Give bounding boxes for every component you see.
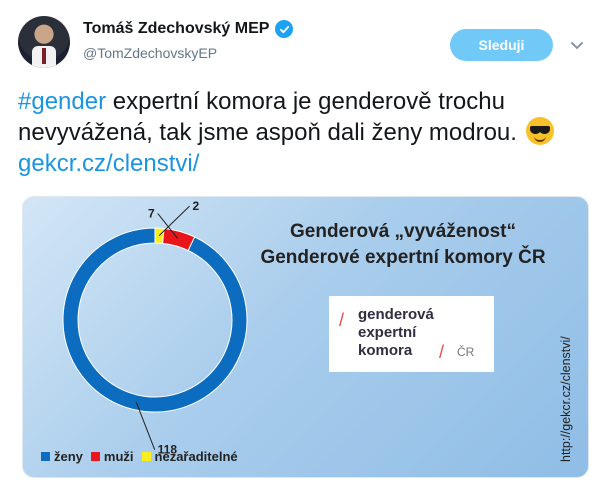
legend-item-nezaraditelne: nezařaditelné — [141, 449, 238, 464]
verified-badge-icon — [275, 20, 294, 38]
logo-slash-2: / — [439, 342, 445, 362]
chart-title-line1: Genderová „vyváženost“ — [290, 221, 516, 242]
chart-title: Genderová „vyváženost“ Genderové expertn… — [253, 219, 553, 271]
tweet-link[interactable]: gekcr.cz/clenstvi/ — [18, 150, 199, 177]
author-name[interactable]: Tomáš Zdechovský MEP — [83, 20, 269, 38]
chevron-down-icon[interactable] — [570, 38, 584, 56]
hashtag-link[interactable]: #gender — [18, 88, 106, 115]
data-label-muži: 7 — [148, 206, 155, 220]
tweet-media-image[interactable]: 2 7 118 Genderová „vyváženost“ Genderové e… — [22, 196, 589, 478]
donut-slice-ženy — [62, 227, 248, 413]
legend-item-muzi: muži — [90, 449, 134, 464]
data-label-nezařaditelné: 2 — [193, 199, 200, 213]
chart-title-line2: Genderové expertní komory ČR — [260, 247, 546, 268]
tweet-text: #gender expertní komora je genderově tro… — [18, 86, 588, 179]
legend-label-zeny: ženy — [54, 449, 83, 464]
legend-swatch-muzi — [90, 452, 100, 461]
logo-text: genderová expertní komora — [358, 306, 434, 360]
logo-suffix: ČR — [457, 345, 475, 359]
avatar-tie — [42, 48, 46, 64]
legend-swatch-zeny — [41, 452, 50, 461]
logo-line1: genderová — [358, 306, 434, 323]
author-handle[interactable]: @TomZdechovskyEP — [83, 45, 217, 61]
chart-legend: ženy muži nezařaditelné — [41, 449, 238, 464]
gekcr-logo: / genderová expertní komora / ČR — [329, 296, 494, 372]
logo-slash: / — [339, 310, 345, 330]
legend-label-muzi: muži — [103, 449, 134, 464]
sunglasses-emoji-icon — [525, 117, 554, 145]
legend-label-nezaraditelne: nezařaditelné — [154, 449, 238, 464]
author-name-row: Tomáš Zdechovský MEP — [83, 20, 294, 38]
follow-button[interactable]: Sleduji — [450, 29, 553, 61]
logo-line2: expertní — [358, 324, 417, 341]
author-avatar[interactable] — [18, 16, 70, 68]
legend-swatch-nezaraditelne — [141, 452, 151, 461]
legend-item-zeny: ženy — [41, 449, 83, 464]
vertical-url-text: http://gekcr.cz/clenstvi/ — [559, 336, 573, 462]
logo-line3: komora — [358, 342, 413, 359]
donut-slices — [62, 227, 248, 413]
